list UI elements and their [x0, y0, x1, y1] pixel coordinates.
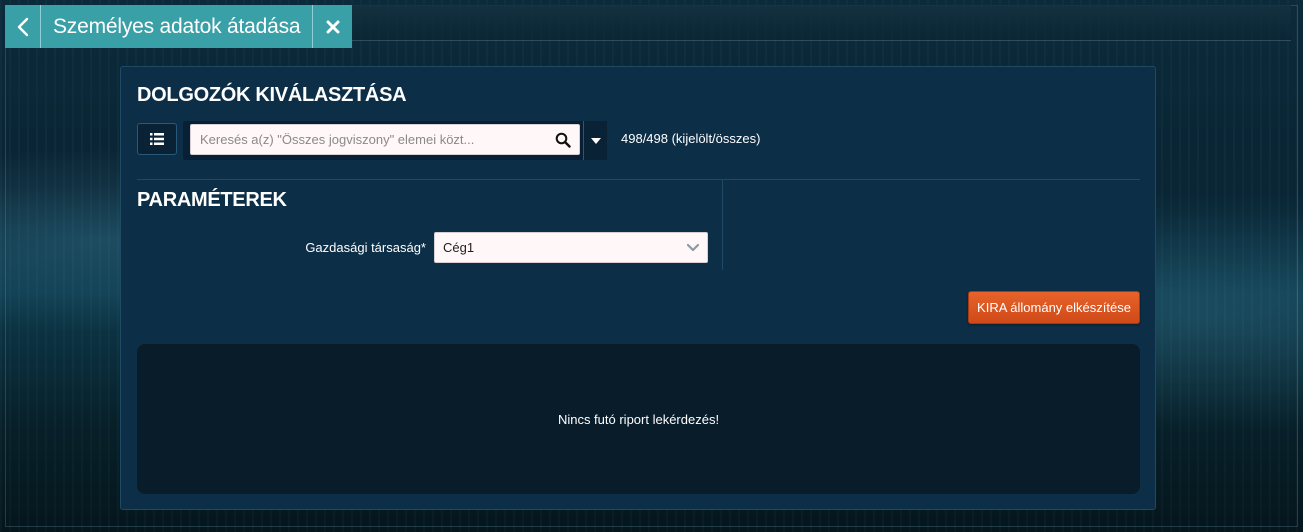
- kira-export-button[interactable]: KIRA állomány elkészítése: [968, 291, 1140, 324]
- report-empty-message: Nincs futó riport lekérdezés!: [557, 411, 720, 427]
- window-title: Személyes adatok átadása: [41, 5, 314, 48]
- section-divider: [137, 179, 1140, 180]
- back-button[interactable]: [5, 5, 41, 48]
- employee-search-input[interactable]: [190, 124, 580, 155]
- chevron-down-icon: [687, 243, 699, 252]
- employees-heading: DOLGOZÓK KIVÁLASZTÁSA: [137, 84, 407, 106]
- parameters-heading: PARAMÉTEREK: [137, 189, 287, 211]
- company-label: Gazdasági társaság*: [305, 240, 426, 255]
- list-icon: [150, 133, 164, 145]
- company-select-value: Cég1: [443, 240, 475, 255]
- report-status-area: Nincs futó riport lekérdezés!: [137, 344, 1140, 494]
- close-button[interactable]: [313, 5, 353, 48]
- chevron-left-icon: [17, 17, 28, 36]
- top-strip: [332, 5, 1291, 41]
- main-panel: DOLGOZÓK KIVÁLASZTÁSA 498/498 (kijelölt/…: [120, 66, 1156, 510]
- search-icon[interactable]: [555, 132, 571, 148]
- search-scope-dropdown-button[interactable]: [583, 121, 607, 160]
- caret-down-icon: [590, 137, 601, 144]
- title-bar: Személyes adatok átadása: [5, 5, 353, 48]
- selection-count: 498/498 (kijelölt/összes): [621, 131, 761, 146]
- list-view-button[interactable]: [137, 123, 177, 155]
- search-group: [183, 121, 607, 160]
- column-divider: [722, 180, 723, 270]
- close-x-icon: [326, 20, 340, 33]
- company-select[interactable]: Cég1: [434, 232, 708, 263]
